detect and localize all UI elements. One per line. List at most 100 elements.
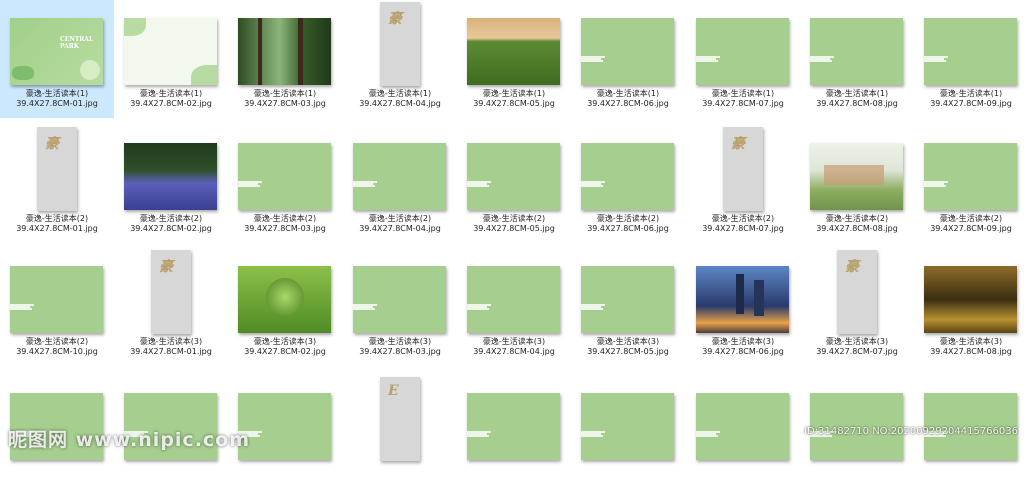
file-thumbnail[interactable] bbox=[924, 266, 1017, 333]
file-item[interactable]: 豪豪逸-生活读本(1) 39.4X27.8CM-04.jpg bbox=[343, 0, 457, 118]
file-item[interactable]: 豪逸-生活读本(1) 39.4X27.8CM-05.jpg bbox=[457, 0, 571, 118]
file-thumbnail[interactable] bbox=[238, 393, 331, 460]
file-name-line2: 39.4X27.8CM-09.jpg bbox=[930, 224, 1012, 233]
file-thumbnail[interactable] bbox=[238, 143, 331, 210]
file-name-line1: 豪逸-生活读本(2) bbox=[825, 214, 889, 223]
file-item[interactable]: 豪逸-生活读本(2) 39.4X27.8CM-02.jpg bbox=[114, 125, 228, 243]
file-name-line1: 豪逸-生活读本(1) bbox=[482, 89, 546, 98]
file-name-line2: 39.4X27.8CM-08.jpg bbox=[930, 347, 1012, 356]
file-name-line2: 39.4X27.8CM-05.jpg bbox=[473, 224, 555, 233]
file-thumbnail[interactable] bbox=[353, 266, 446, 333]
file-thumbnail[interactable] bbox=[581, 18, 674, 85]
file-item[interactable] bbox=[571, 375, 685, 493]
file-item[interactable]: 豪逸-生活读本(3) 39.4X27.8CM-04.jpg bbox=[457, 248, 571, 366]
file-name-line2: 39.4X27.8CM-06.jpg bbox=[587, 224, 669, 233]
file-thumbnail[interactable]: 豪 bbox=[151, 250, 191, 334]
file-item[interactable]: 豪逸-生活读本(2) 39.4X27.8CM-03.jpg bbox=[228, 125, 342, 243]
file-name-line2: 39.4X27.8CM-01.jpg bbox=[130, 347, 212, 356]
file-item[interactable]: 豪逸-生活读本(2) 39.4X27.8CM-10.jpg bbox=[0, 248, 114, 366]
file-name-line2: 39.4X27.8CM-02.jpg bbox=[244, 347, 326, 356]
file-grid: CENTRAL PARK 豪逸-生活读本(1) 39.4X27.8CM-01.jpg… bbox=[0, 0, 1024, 461]
file-name-line2: 39.4X27.8CM-04.jpg bbox=[473, 347, 555, 356]
file-item[interactable]: 豪逸-生活读本(2) 39.4X27.8CM-04.jpg bbox=[343, 125, 457, 243]
file-thumbnail[interactable] bbox=[467, 266, 560, 333]
file-thumbnail[interactable] bbox=[238, 266, 331, 333]
file-name-line1: 豪逸-生活读本(1) bbox=[939, 89, 1003, 98]
file-item[interactable]: 豪逸-生活读本(3) 39.4X27.8CM-05.jpg bbox=[571, 248, 685, 366]
file-item[interactable]: 豪逸-生活读本(1) 39.4X27.8CM-06.jpg bbox=[571, 0, 685, 118]
file-item[interactable]: 豪逸-生活读本(1) 39.4X27.8CM-03.jpg bbox=[228, 0, 342, 118]
file-name-line2: 39.4X27.8CM-05.jpg bbox=[473, 99, 555, 108]
file-item[interactable]: 豪逸-生活读本(3) 39.4X27.8CM-03.jpg bbox=[343, 248, 457, 366]
file-item[interactable]: 豪逸-生活读本(3) 39.4X27.8CM-06.jpg bbox=[686, 248, 800, 366]
file-thumbnail[interactable] bbox=[238, 18, 331, 85]
file-item[interactable]: 豪逸-生活读本(1) 39.4X27.8CM-02.jpg bbox=[114, 0, 228, 118]
file-thumbnail[interactable]: 豪 bbox=[723, 127, 763, 211]
file-item[interactable]: 豪逸-生活读本(1) 39.4X27.8CM-09.jpg bbox=[914, 0, 1024, 118]
file-name-line2: 39.4X27.8CM-03.jpg bbox=[244, 224, 326, 233]
file-name-line2: 39.4X27.8CM-04.jpg bbox=[359, 224, 441, 233]
file-thumbnail[interactable]: 豪 bbox=[837, 250, 877, 334]
file-name-line1: 豪逸-生活读本(1) bbox=[25, 89, 89, 98]
file-thumbnail[interactable]: 豪 bbox=[37, 127, 77, 211]
file-item[interactable]: 豪逸-生活读本(1) 39.4X27.8CM-08.jpg bbox=[800, 0, 914, 118]
file-item[interactable]: 豪豪逸-生活读本(2) 39.4X27.8CM-07.jpg bbox=[686, 125, 800, 243]
file-thumbnail[interactable] bbox=[924, 143, 1017, 210]
file-item[interactable]: 豪逸-生活读本(2) 39.4X27.8CM-05.jpg bbox=[457, 125, 571, 243]
file-thumbnail[interactable]: 豪 bbox=[380, 2, 420, 86]
file-thumbnail[interactable] bbox=[696, 393, 789, 460]
file-name-line2: 39.4X27.8CM-06.jpg bbox=[702, 347, 784, 356]
file-item[interactable]: 豪豪逸-生活读本(2) 39.4X27.8CM-01.jpg bbox=[0, 125, 114, 243]
file-item[interactable]: 豪逸-生活读本(3) 39.4X27.8CM-08.jpg bbox=[914, 248, 1024, 366]
file-name-line1: 豪逸-生活读本(3) bbox=[596, 337, 660, 346]
file-item[interactable]: 豪逸-生活读本(1) 39.4X27.8CM-07.jpg bbox=[686, 0, 800, 118]
file-thumbnail[interactable] bbox=[124, 18, 217, 85]
file-thumbnail[interactable] bbox=[696, 266, 789, 333]
file-thumbnail[interactable] bbox=[810, 143, 903, 210]
file-thumbnail[interactable] bbox=[124, 143, 217, 210]
file-thumbnail[interactable]: CENTRAL PARK bbox=[10, 18, 103, 85]
file-name-line2: 39.4X27.8CM-04.jpg bbox=[359, 99, 441, 108]
file-item[interactable]: CENTRAL PARK 豪逸-生活读本(1) 39.4X27.8CM-01.jpg bbox=[0, 0, 114, 118]
file-name-line2: 39.4X27.8CM-01.jpg bbox=[16, 99, 98, 108]
watermark-logo: 昵图网 www.nipic.com bbox=[8, 429, 251, 451]
file-item[interactable]: 豪逸-生活读本(2) 39.4X27.8CM-09.jpg bbox=[914, 125, 1024, 243]
file-name-line1: 豪逸-生活读本(3) bbox=[139, 337, 203, 346]
file-thumbnail[interactable] bbox=[467, 143, 560, 210]
file-name-line1: 豪逸-生活读本(2) bbox=[25, 337, 89, 346]
file-thumbnail[interactable] bbox=[696, 18, 789, 85]
file-item[interactable]: E bbox=[343, 375, 457, 493]
file-thumbnail[interactable] bbox=[581, 393, 674, 460]
file-name-line1: 豪逸-生活读本(2) bbox=[482, 214, 546, 223]
file-item[interactable] bbox=[457, 375, 571, 493]
file-thumbnail[interactable] bbox=[924, 18, 1017, 85]
file-name-line1: 豪逸-生活读本(3) bbox=[368, 337, 432, 346]
file-name-line2: 39.4X27.8CM-03.jpg bbox=[359, 347, 441, 356]
file-item[interactable]: 豪豪逸-生活读本(3) 39.4X27.8CM-07.jpg bbox=[800, 248, 914, 366]
file-thumbnail[interactable] bbox=[810, 18, 903, 85]
file-name-line2: 39.4X27.8CM-10.jpg bbox=[16, 347, 98, 356]
file-thumbnail[interactable] bbox=[467, 393, 560, 460]
file-name-line1: 豪逸-生活读本(2) bbox=[25, 214, 89, 223]
file-name-line2: 39.4X27.8CM-07.jpg bbox=[702, 224, 784, 233]
file-thumbnail[interactable]: E bbox=[380, 377, 420, 461]
file-thumbnail[interactable] bbox=[467, 18, 560, 85]
file-thumbnail[interactable] bbox=[10, 266, 103, 333]
file-item[interactable]: 豪逸-生活读本(3) 39.4X27.8CM-02.jpg bbox=[228, 248, 342, 366]
file-name-line1: 豪逸-生活读本(2) bbox=[139, 214, 203, 223]
file-thumbnail[interactable] bbox=[581, 266, 674, 333]
file-name-line2: 39.4X27.8CM-03.jpg bbox=[244, 99, 326, 108]
file-name-line1: 豪逸-生活读本(2) bbox=[939, 214, 1003, 223]
file-item[interactable]: 豪豪逸-生活读本(3) 39.4X27.8CM-01.jpg bbox=[114, 248, 228, 366]
file-item[interactable]: 豪逸-生活读本(2) 39.4X27.8CM-06.jpg bbox=[571, 125, 685, 243]
file-name-line1: 豪逸-生活读本(2) bbox=[253, 214, 317, 223]
file-item[interactable] bbox=[686, 375, 800, 493]
watermark-id: ID:31482710 NO:20200929204415766036 bbox=[804, 426, 1018, 437]
file-name-line2: 39.4X27.8CM-07.jpg bbox=[702, 99, 784, 108]
file-name-line1: 豪逸-生活读本(3) bbox=[711, 337, 775, 346]
file-thumbnail[interactable] bbox=[581, 143, 674, 210]
file-name-line1: 豪逸-生活读本(1) bbox=[139, 89, 203, 98]
file-thumbnail[interactable] bbox=[353, 143, 446, 210]
file-name-line1: 豪逸-生活读本(1) bbox=[368, 89, 432, 98]
file-item[interactable]: 豪逸-生活读本(2) 39.4X27.8CM-08.jpg bbox=[800, 125, 914, 243]
